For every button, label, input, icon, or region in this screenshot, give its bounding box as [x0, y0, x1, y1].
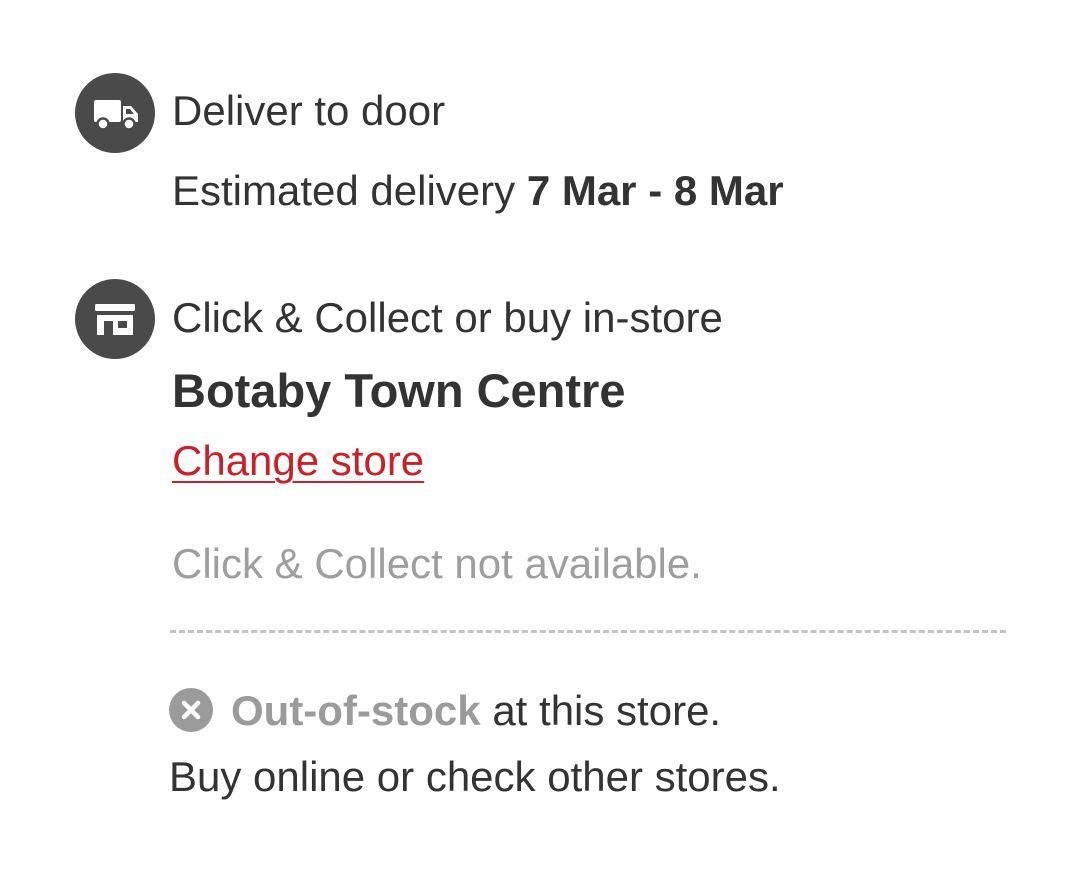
- truck-icon: [75, 73, 155, 153]
- change-store-link[interactable]: Change store: [172, 440, 424, 482]
- estimated-delivery-label: Estimated delivery: [172, 167, 516, 214]
- store-icon: [75, 279, 155, 359]
- out-of-stock-label: Out-of-stock: [231, 687, 481, 734]
- dashed-divider: [170, 630, 1006, 633]
- delivery-title: Deliver to door: [172, 87, 446, 134]
- estimated-delivery: Estimated delivery 7 Mar - 8 Mar: [172, 170, 784, 212]
- store-name: Botaby Town Centre: [172, 364, 626, 417]
- click-collect-title: Click & Collect or buy in-store: [172, 294, 723, 341]
- click-collect-availability: Click & Collect not available.: [172, 540, 702, 587]
- stock-advice: Buy online or check other stores.: [169, 753, 781, 800]
- out-of-stock-suffix: at this store.: [492, 687, 722, 734]
- close-circle-icon: [169, 688, 213, 732]
- stock-status: Out-of-stock at this store.: [231, 690, 721, 732]
- estimated-delivery-dates: 7 Mar - 8 Mar: [526, 167, 784, 214]
